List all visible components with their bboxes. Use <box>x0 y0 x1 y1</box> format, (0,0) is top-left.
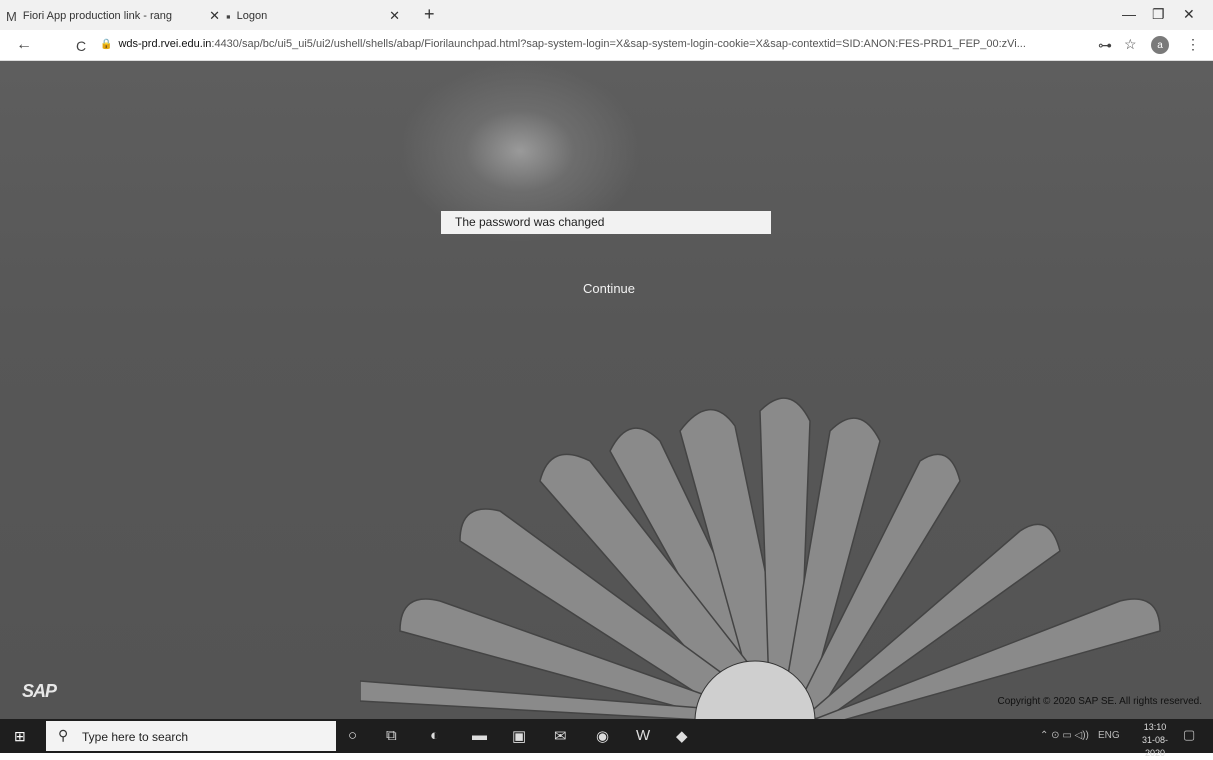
taskbar-clock[interactable]: 13:10 31-08-2020 <box>1133 721 1177 760</box>
url-path: :4430/sap/bc/ui5_ui5/ui2/ushell/shells/a… <box>211 38 1026 50</box>
close-window-icon[interactable]: ✕ <box>1183 6 1195 23</box>
continue-button[interactable]: Continue <box>520 281 698 296</box>
browser-tabstrip: M Fiori App production link - rang ✕ ▪ L… <box>0 0 1213 30</box>
password-changed-message: The password was changed <box>441 211 771 234</box>
edge-icon[interactable]: ◐ <box>430 727 439 744</box>
tab-title: Logon <box>236 10 268 22</box>
task-view-icon[interactable]: ⧉ <box>386 727 397 744</box>
chrome-icon[interactable]: ◉ <box>596 727 609 745</box>
url-host: wds-prd.rvei.edu.in <box>118 38 212 50</box>
tray-icons[interactable]: ⌃ ⊙ ▭ ◁)) <box>1040 730 1089 741</box>
search-placeholder: Type here to search <box>82 730 189 744</box>
tab-fiori[interactable]: M Fiori App production link - rang ✕ <box>6 4 228 28</box>
cortana-icon[interactable]: ○ <box>348 727 357 744</box>
logon-page: The password was changed Continue SAP Co… <box>0 61 1213 719</box>
restore-icon[interactable]: ❐ <box>1152 6 1165 23</box>
search-icon: ⚲ <box>58 727 69 743</box>
copyright-text: Copyright © 2020 SAP SE. All rights rese… <box>997 696 1202 707</box>
sap-logo: SAP <box>22 681 57 701</box>
tab-close-icon[interactable]: ✕ <box>389 8 400 24</box>
file-explorer-icon[interactable]: ▬ <box>472 727 487 744</box>
reload-icon[interactable]: C <box>76 38 86 54</box>
back-arrow-icon[interactable]: ← <box>16 36 32 54</box>
windows-taskbar: ⊞ ⚲ Type here to search ○ ⧉ ◐ ▬ ▣ ✉ ◉ W … <box>0 719 1213 758</box>
address-bar[interactable]: 🔒 wds-prd.rvei.edu.in:4430/sap/bc/ui5_ui5… <box>100 38 1078 50</box>
key-icon[interactable]: ⊶ <box>1098 37 1112 54</box>
tab-close-icon[interactable]: ✕ <box>209 8 220 24</box>
tab-title: Fiori App production link - rang <box>22 10 173 22</box>
mail-icon[interactable]: ✉ <box>554 727 567 745</box>
menu-icon[interactable]: ⋮ <box>1186 36 1200 53</box>
store-icon[interactable]: ▣ <box>512 727 526 745</box>
app-icon[interactable]: ◆ <box>676 727 688 745</box>
clock-date: 31-08-2020 <box>1141 735 1168 758</box>
lock-icon: 🔒 <box>100 39 113 50</box>
bookmark-star-icon[interactable]: ☆ <box>1124 36 1137 53</box>
taskbar-search-box[interactable]: ⚲ Type here to search <box>46 721 336 751</box>
clock-time: 13:10 <box>1143 722 1167 732</box>
windows-start-icon[interactable]: ⊞ <box>14 728 26 745</box>
word-icon[interactable]: W <box>636 727 650 744</box>
gmail-icon: M <box>6 8 17 24</box>
page-icon: ▪ <box>226 8 231 24</box>
language-indicator[interactable]: ENG <box>1098 730 1120 741</box>
flower-background-image <box>360 397 1161 719</box>
minimize-icon[interactable]: — <box>1122 6 1136 22</box>
browser-navbar: ← C 🔒 wds-prd.rvei.edu.in:4430/sap/bc/ui5… <box>0 30 1213 61</box>
notification-icon[interactable]: ▢ <box>1183 727 1195 743</box>
avatar[interactable]: a <box>1151 36 1169 54</box>
tab-logon[interactable]: ▪ Logon ✕ <box>226 4 408 28</box>
new-tab-button[interactable]: + <box>424 4 435 25</box>
